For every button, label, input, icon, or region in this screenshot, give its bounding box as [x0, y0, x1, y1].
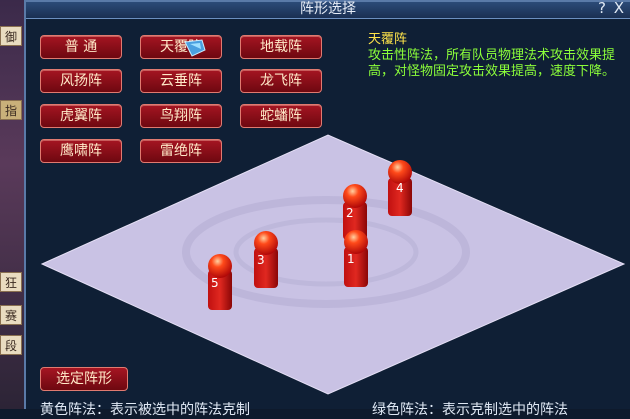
position-label-5: 5	[211, 276, 219, 290]
left-side-panel: 御 指 狂 赛 段	[0, 0, 24, 409]
side-tab-5[interactable]: 段	[0, 335, 22, 355]
side-tab-4[interactable]: 赛	[0, 305, 22, 325]
position-marker-1: 1	[344, 230, 368, 287]
side-tab-3[interactable]: 狂	[0, 272, 22, 292]
select-formation-button[interactable]: 选定阵形	[40, 367, 128, 391]
position-label-4: 4	[396, 181, 404, 195]
position-label-3: 3	[257, 253, 265, 267]
position-marker-4: 4	[388, 160, 412, 216]
side-tab-1[interactable]: 御	[0, 26, 22, 46]
board-surface	[40, 134, 626, 395]
legend-green: 绿色阵法：表示克制选中的阵法	[372, 402, 568, 418]
position-label-1: 1	[347, 252, 355, 266]
position-marker-3: 3	[254, 231, 278, 288]
position-marker-5: 5	[208, 254, 232, 310]
formation-window: 阵形选择 ? X 普 通 天覆阵 地载阵 风扬阵 云垂阵 龙飞阵 虎翼阵 鸟翔阵…	[24, 0, 630, 418]
formation-board: 4 2 1 3 5	[40, 134, 626, 395]
side-tab-2[interactable]: 指	[0, 100, 22, 120]
legend-yellow: 黄色阵法：表示被选中的阵法克制	[40, 402, 250, 418]
position-label-2: 2	[346, 206, 354, 220]
